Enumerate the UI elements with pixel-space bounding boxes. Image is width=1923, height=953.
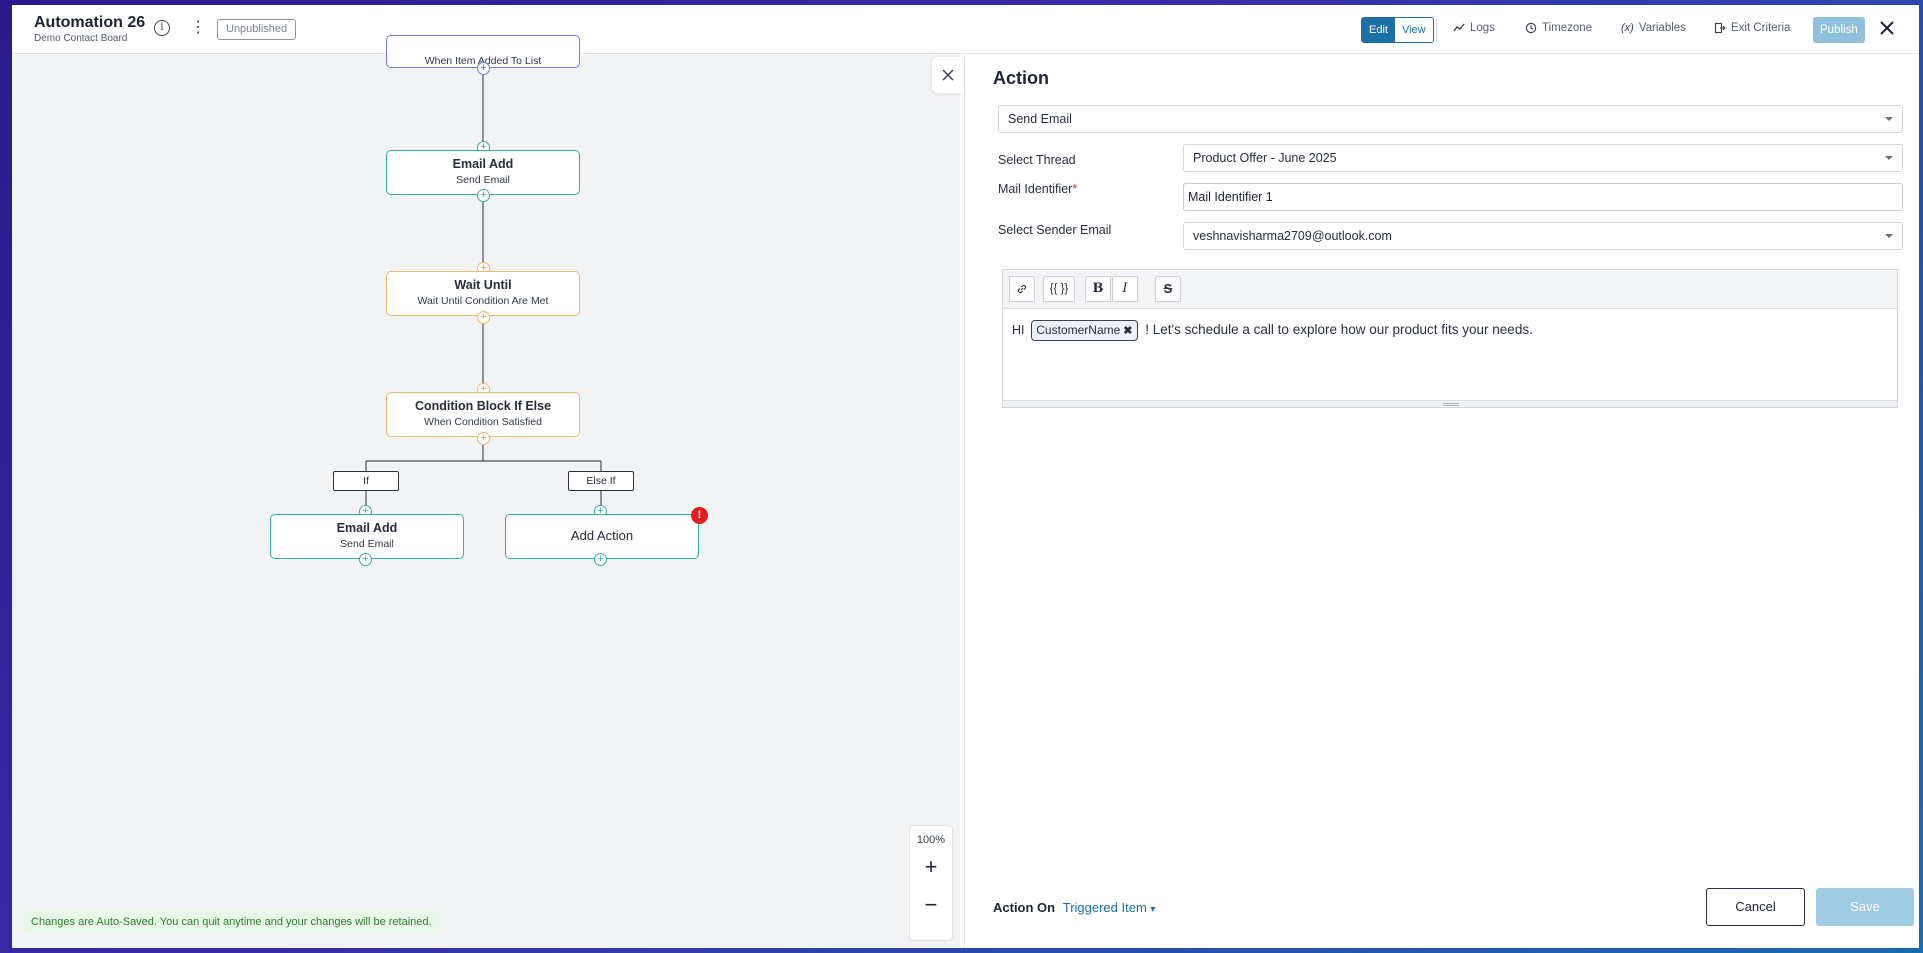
variables-button[interactable]: (x) Variables	[1621, 22, 1686, 34]
exit-criteria-button[interactable]: Exit Criteria	[1714, 22, 1790, 34]
zoom-out-button[interactable]: −	[910, 894, 952, 916]
timezone-button[interactable]: Timezone	[1525, 22, 1592, 34]
status-badge: Unpublished	[217, 19, 297, 40]
editor-toolbar: {{ }} B I S	[1003, 270, 1897, 309]
timezone-label: Timezone	[1542, 22, 1593, 34]
node-subtitle: Wait Until Condition Are Met	[417, 295, 549, 307]
logs-button[interactable]: Logs	[1453, 22, 1495, 34]
condition-node[interactable]: Condition Block If Else When Condition S…	[386, 392, 580, 437]
variables-label: Variables	[1638, 22, 1686, 34]
required-marker: *	[1072, 182, 1078, 196]
action-type-value: Send Email	[1008, 112, 1072, 126]
variable-chip[interactable]: CustomerName ✖	[1031, 320, 1138, 341]
zoom-level: 100%	[916, 834, 946, 846]
logs-label: Logs	[1470, 22, 1495, 34]
mode-toggle: Edit View	[1361, 17, 1434, 43]
clock-icon	[1525, 22, 1537, 34]
chevron-down-icon	[1885, 117, 1893, 121]
add-step-icon[interactable]: +	[594, 553, 607, 566]
editor-content[interactable]: HI CustomerName ✖ ! Let's schedule a call…	[1003, 309, 1897, 399]
node-title: Email Add	[452, 157, 514, 171]
mail-identifier-input[interactable]: Mail Identifier 1	[1183, 183, 1903, 211]
action-on-dropdown[interactable]: Triggered Item ▾	[1063, 900, 1156, 915]
view-mode-button[interactable]: View	[1394, 18, 1433, 42]
autosave-notice: Changes are Auto-Saved. You can quit any…	[24, 910, 439, 934]
close-panel-button[interactable]	[932, 57, 964, 93]
app-frame: Automation 26 Demo Contact Board i ⋮ Unp…	[12, 5, 1919, 948]
panel-title: Action	[993, 68, 1049, 88]
remove-chip-icon[interactable]: ✖	[1123, 325, 1132, 337]
action-type-select[interactable]: Send Email	[998, 105, 1903, 133]
edit-mode-button[interactable]: Edit	[1362, 18, 1395, 42]
action-on-label: Action On	[993, 900, 1056, 915]
divider	[1436, 19, 1437, 41]
add-step-icon[interactable]: +	[359, 553, 372, 566]
exit-icon	[1714, 22, 1726, 34]
zoom-control: 100% + −	[909, 825, 953, 941]
action-on-row: Action On Triggered Item ▾	[993, 900, 1155, 915]
node-subtitle: When Condition Satisfied	[424, 416, 542, 428]
close-icon	[942, 69, 954, 81]
trend-icon	[1453, 23, 1465, 32]
exit-criteria-label: Exit Criteria	[1731, 22, 1791, 34]
sender-email-value: veshnavisharma2709@outlook.com	[1193, 229, 1392, 243]
thread-label: Select Thread	[998, 153, 1076, 167]
else-if-branch-label[interactable]: Else If	[568, 471, 634, 491]
link-icon[interactable]	[1009, 276, 1035, 302]
node-title: Condition Block If Else	[414, 399, 552, 413]
bold-button[interactable]: B	[1085, 276, 1111, 302]
mail-identifier-label: Mail Identifier*	[998, 182, 1078, 196]
info-icon[interactable]: i	[154, 20, 170, 36]
action-panel: Action Send Email Select Thread Product …	[964, 55, 1919, 948]
add-step-icon[interactable]: +	[477, 62, 490, 75]
thread-select[interactable]: Product Offer - June 2025	[1183, 144, 1903, 172]
if-branch-label[interactable]: If	[333, 471, 399, 491]
workflow-canvas[interactable]: When Item Added To List + + Email Add Se…	[12, 35, 960, 948]
italic-button[interactable]: I	[1112, 276, 1138, 302]
error-icon: !	[691, 507, 708, 524]
node-subtitle: Send Email	[456, 174, 510, 186]
board-name: Demo Contact Board	[34, 33, 128, 44]
editor-resize-handle[interactable]	[1003, 400, 1897, 407]
wait-until-node[interactable]: Wait Until Wait Until Condition Are Met	[386, 271, 580, 316]
thread-value: Product Offer - June 2025	[1193, 151, 1337, 165]
add-step-icon[interactable]: +	[477, 189, 490, 202]
sender-email-select[interactable]: veshnavisharma2709@outlook.com	[1183, 222, 1903, 250]
body-text-prefix: HI	[1012, 323, 1025, 337]
chevron-down-icon	[1885, 156, 1893, 160]
cancel-button[interactable]: Cancel	[1706, 888, 1805, 926]
node-subtitle: Send Email	[340, 538, 394, 550]
add-step-icon[interactable]: +	[477, 432, 490, 445]
sender-email-label: Select Sender Email	[998, 223, 1112, 237]
body-text: ! Let's schedule a call to explore how o…	[1145, 322, 1533, 337]
node-title: Email Add	[336, 521, 398, 535]
variables-insert-button[interactable]: {{ }}	[1043, 276, 1075, 302]
node-title: Wait Until	[454, 278, 512, 292]
top-header: Automation 26 Demo Contact Board i ⋮ Unp…	[12, 5, 1919, 54]
chevron-down-icon: ▾	[1150, 904, 1156, 915]
node-title: Add Action	[570, 528, 634, 543]
variable-x-icon: (x)	[1621, 22, 1634, 34]
add-step-icon[interactable]: +	[477, 311, 490, 324]
save-button[interactable]: Save	[1816, 888, 1914, 926]
chevron-down-icon	[1885, 234, 1893, 238]
more-options-icon[interactable]: ⋮	[190, 17, 206, 37]
strikethrough-button[interactable]: S	[1155, 276, 1181, 302]
automation-title: Automation 26	[34, 14, 146, 31]
email-body-editor: {{ }} B I S HI CustomerName ✖ ! Let's sch…	[1002, 269, 1898, 408]
close-icon[interactable]	[1878, 19, 1896, 37]
zoom-in-button[interactable]: +	[910, 856, 952, 878]
publish-button[interactable]: Publish	[1813, 17, 1865, 43]
